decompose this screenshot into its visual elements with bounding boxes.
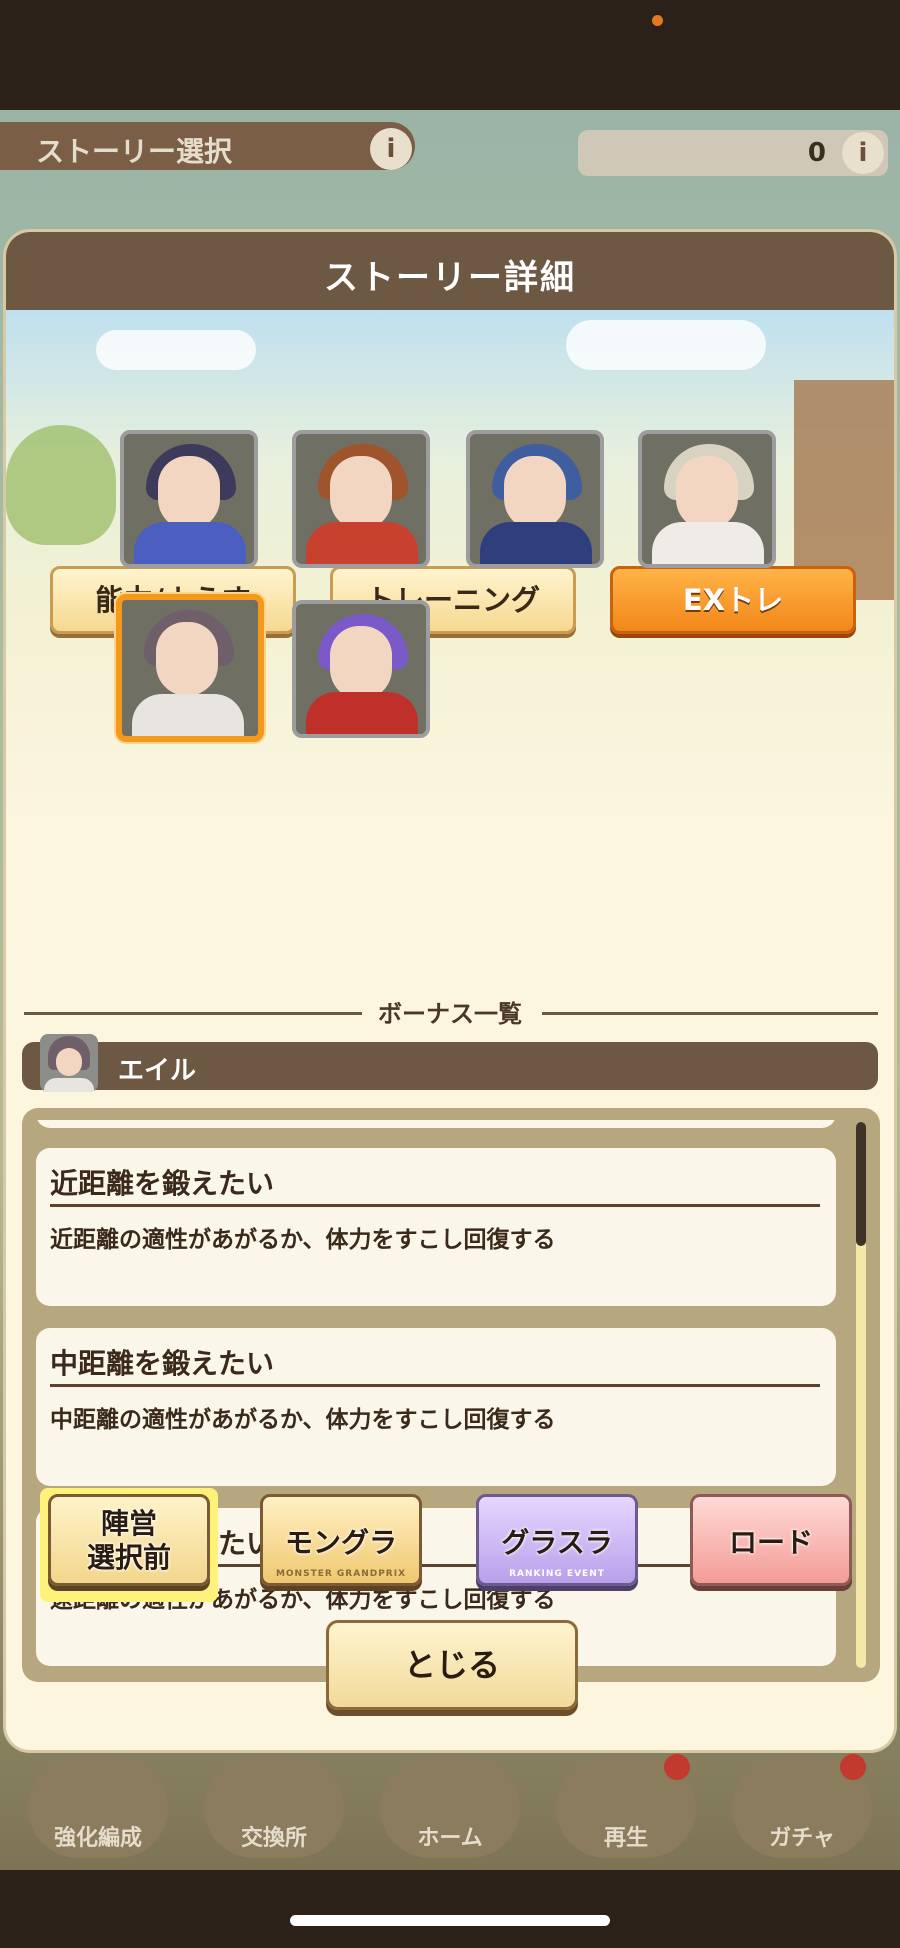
portrait-face xyxy=(330,626,392,700)
portrait-body xyxy=(132,694,244,736)
mongura-button[interactable]: モングラ MONSTER GRANDPRIX xyxy=(260,1494,422,1586)
character-portrait-girl[interactable] xyxy=(292,430,430,568)
portrait-body xyxy=(134,522,246,564)
portrait-face xyxy=(504,456,566,530)
bottom-nav: 強化編成 交換所 ホーム 再生 ガチャ xyxy=(10,1750,890,1865)
portrait-face xyxy=(676,456,738,530)
nav-label: 再生 xyxy=(603,1825,648,1851)
tab-ex-training[interactable]: EXトレ xyxy=(610,566,856,634)
bonus-divider xyxy=(50,1204,820,1207)
portrait-body xyxy=(306,692,418,734)
mode-label: ロード xyxy=(728,1526,813,1559)
mode-label: モングラ xyxy=(284,1526,397,1559)
selected-character-bar: エイル xyxy=(22,1034,878,1092)
character-portrait-purple-hair[interactable] xyxy=(292,600,430,738)
notification-badge xyxy=(664,1753,690,1780)
character-name: エイル xyxy=(118,1056,197,1086)
nav-label: 交換所 xyxy=(240,1825,307,1851)
gurasura-button[interactable]: グラスラ RANKING EVENT xyxy=(476,1494,638,1586)
nav-label: ガチャ xyxy=(769,1825,835,1851)
avatar-body xyxy=(44,1078,94,1092)
character-avatar xyxy=(40,1034,98,1092)
portrait-body xyxy=(480,522,592,564)
info-icon: i xyxy=(370,128,412,170)
close-button[interactable]: とじる xyxy=(326,1620,578,1710)
modal-header: ストーリー詳細 xyxy=(6,232,894,310)
mode-label: 陣営 選択前 xyxy=(86,1507,171,1574)
modal-title: ストーリー詳細 xyxy=(324,258,576,298)
status-bar xyxy=(0,0,900,110)
mode-sublabel: RANKING EVENT xyxy=(509,1569,605,1579)
bonus-title: 近距離を鍛えたい xyxy=(50,1167,275,1200)
bonus-card: 中距離を鍛えたい 中距離の適性があがるか、体力をすこし回復する xyxy=(36,1328,836,1486)
status-indicator-dot xyxy=(652,15,663,26)
nav-item-enhance: 強化編成 xyxy=(28,1757,168,1858)
currency-value: 0 xyxy=(807,138,826,168)
scrollbar-thumb[interactable] xyxy=(856,1122,866,1246)
nav-item-replay: 再生 xyxy=(556,1753,696,1858)
nav-item-gacha: ガチャ xyxy=(732,1753,872,1858)
portrait-body xyxy=(306,522,418,564)
character-portrait-silver-hair[interactable] xyxy=(638,430,776,568)
mode-label: グラスラ xyxy=(501,1526,613,1559)
character-portrait-glasses[interactable] xyxy=(466,430,604,568)
mode-sublabel: MONSTER GRANDPRIX xyxy=(275,1569,407,1579)
currency-display: 0 i xyxy=(578,130,888,176)
divider-right xyxy=(542,1012,878,1015)
story-detail-modal: ストーリー詳細 能力/ようす トレーニング EXトレ xyxy=(6,232,894,1750)
cloud-shape xyxy=(96,330,256,370)
background-header-title: ストーリー選択 xyxy=(36,135,233,168)
nav-item-home: ホーム xyxy=(380,1757,520,1858)
faction-select-button[interactable]: 陣営 選択前 xyxy=(48,1494,210,1586)
home-indicator[interactable] xyxy=(290,1915,610,1926)
nav-label: ホーム xyxy=(417,1825,483,1851)
road-button[interactable]: ロード xyxy=(690,1494,852,1586)
bonus-card: 近距離を鍛えたい 近距離の適性があがるか、体力をすこし回復する xyxy=(36,1148,836,1306)
bonus-description: 近距離の適性があがるか、体力をすこし回復する xyxy=(50,1227,556,1253)
currency-info-icon: i xyxy=(842,132,884,174)
character-portrait-elder[interactable] xyxy=(120,430,258,568)
cloud-shape xyxy=(566,320,766,370)
tree-shape xyxy=(6,425,116,545)
portrait-face xyxy=(158,456,220,530)
bonus-card-partial xyxy=(36,1120,836,1128)
avatar-face xyxy=(56,1048,82,1076)
bonus-description: 中距離の適性があがるか、体力をすこし回復する xyxy=(50,1407,556,1433)
notification-badge xyxy=(840,1753,866,1780)
bonus-divider xyxy=(50,1384,820,1387)
nav-item-exchange: 交換所 xyxy=(204,1757,344,1858)
background-header: ストーリー選択 i xyxy=(0,122,415,170)
portrait-body xyxy=(652,522,764,564)
nav-label: 強化編成 xyxy=(53,1825,142,1851)
portrait-face xyxy=(330,456,392,530)
character-portrait-eil[interactable] xyxy=(116,594,264,742)
portrait-face xyxy=(156,622,218,696)
bonus-title: 中距離を鍛えたい xyxy=(50,1347,275,1380)
